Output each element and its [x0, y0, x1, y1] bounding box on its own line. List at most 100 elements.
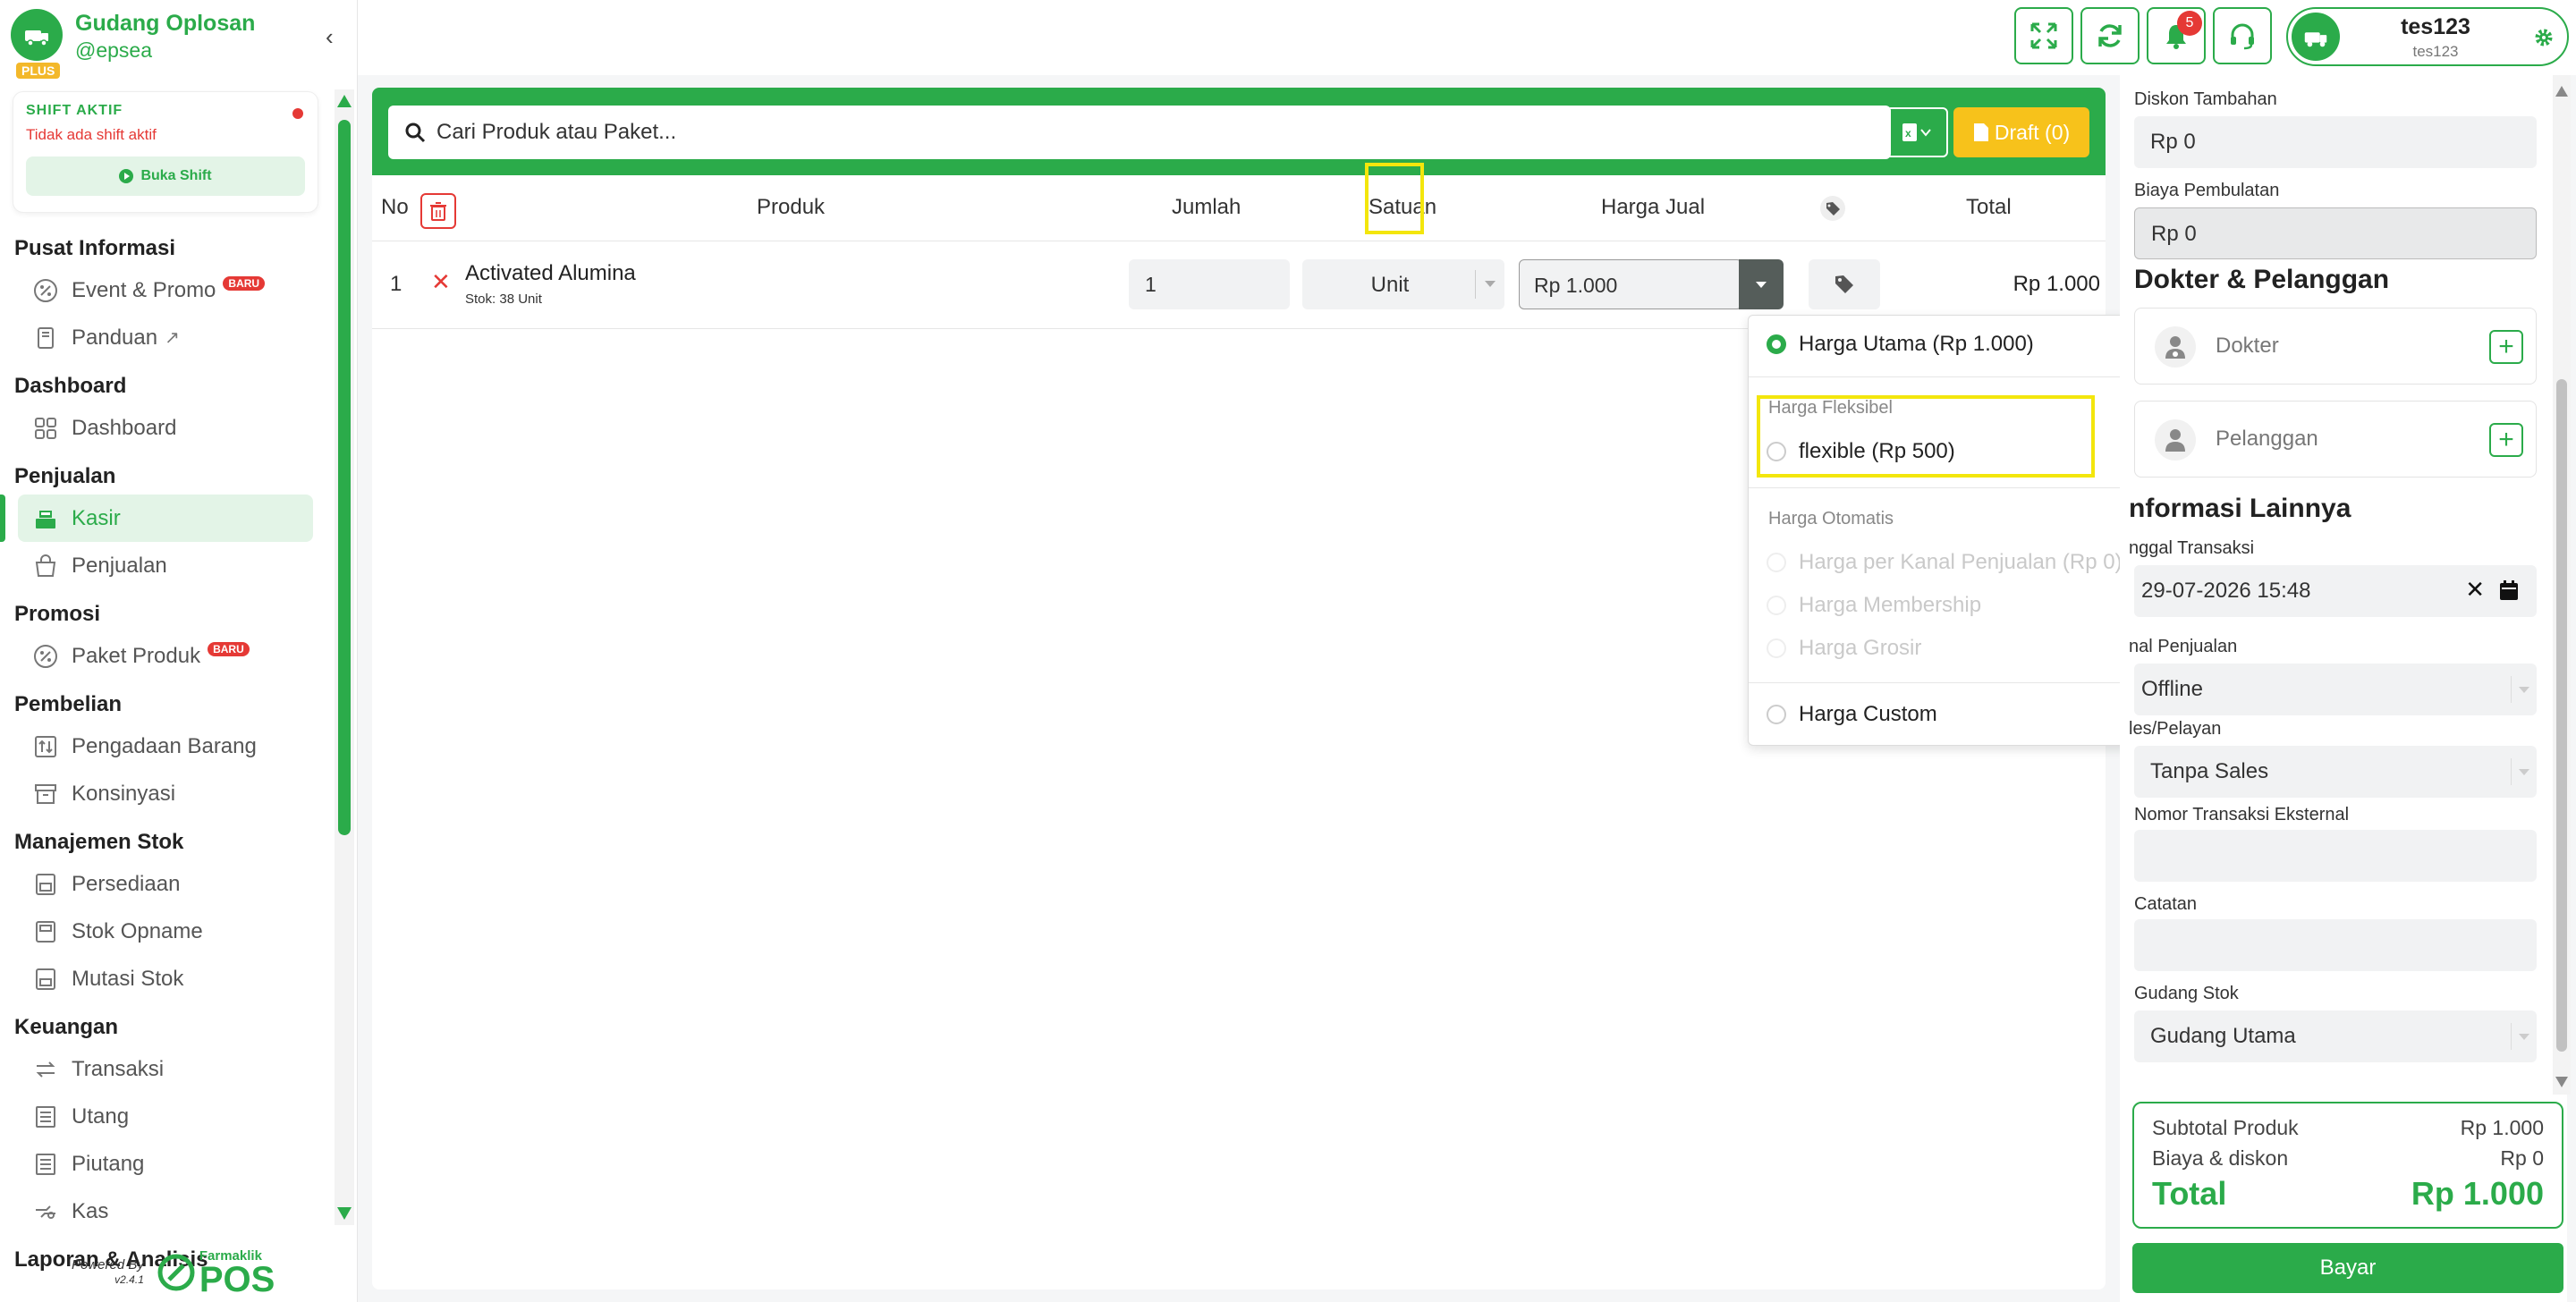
- nav-section-title: Promosi: [14, 602, 101, 626]
- remove-item-icon[interactable]: ✕: [431, 268, 451, 296]
- open-shift-button[interactable]: Buka Shift: [26, 156, 305, 196]
- powered-by: Powered By v2.4.1 Farmaklik POS: [72, 1248, 275, 1298]
- shift-status-dot: [292, 108, 303, 119]
- grid-icon: [32, 415, 59, 442]
- pay-button[interactable]: Bayar: [2132, 1243, 2563, 1293]
- stock-transfer-icon: [32, 966, 59, 993]
- price-input[interactable]: Rp 1.000: [1519, 259, 1742, 309]
- add-doctor-button[interactable]: +: [2489, 330, 2523, 364]
- price-option-custom[interactable]: Harga Custom: [1767, 702, 1937, 727]
- fees-label: Biaya & diskon: [2152, 1146, 2289, 1170]
- price-option-channel-label: Harga per Kanal Penjualan (Rp 0): [1799, 550, 2123, 574]
- cash-icon: [32, 1198, 59, 1225]
- open-shift-label: Buka Shift: [140, 168, 212, 183]
- select-separator: [2511, 1023, 2512, 1050]
- transaction-date-input[interactable]: 29-07-2026 15:48 ✕: [2134, 565, 2537, 617]
- book-icon: [32, 325, 59, 351]
- trash-icon: [430, 202, 446, 221]
- sidebar-item-konsinyasi[interactable]: Konsinyasi: [0, 770, 331, 817]
- warehouse-select[interactable]: Gudang Utama: [2134, 1010, 2537, 1062]
- sales-staff-select[interactable]: Tanpa Sales: [2134, 746, 2537, 798]
- new-badge: BARU: [208, 641, 250, 656]
- sidebar-item-kas[interactable]: Kas: [0, 1188, 331, 1235]
- draft-button[interactable]: Draft (0): [1953, 107, 2089, 157]
- sidebar-item-piutang[interactable]: Piutang: [0, 1140, 331, 1188]
- doctor-selector[interactable]: Dokter +: [2134, 308, 2537, 385]
- farmaklik-logo-icon: [157, 1254, 195, 1290]
- collapse-sidebar-icon[interactable]: ‹: [326, 23, 334, 51]
- sidebar-item-stok-opname[interactable]: Stok Opname: [0, 908, 331, 955]
- doctor-customer-heading: Dokter & Pelanggan: [2134, 265, 2390, 294]
- total-label: Total: [2152, 1175, 2227, 1212]
- fullscreen-button[interactable]: [2014, 7, 2073, 64]
- nav-section-title: Pembelian: [14, 692, 123, 716]
- unit-select[interactable]: Unit: [1302, 259, 1504, 309]
- item-discount-button[interactable]: [1809, 259, 1880, 309]
- clear-date-icon[interactable]: ✕: [2465, 576, 2485, 604]
- import-excel-button[interactable]: x: [1885, 107, 1948, 157]
- checkout-scrollbar[interactable]: [2553, 75, 2571, 1095]
- price-option-custom-label: Harga Custom: [1799, 702, 1937, 726]
- sidebar-item-pengadaan-barang[interactable]: Pengadaan Barang: [0, 723, 331, 770]
- user-name: tes123: [2401, 14, 2470, 39]
- user-menu[interactable]: tes123 tes123: [2286, 7, 2569, 66]
- scroll-thumb[interactable]: [338, 120, 351, 835]
- sidebar-item-label: Kasir: [72, 505, 121, 530]
- price-option-main[interactable]: Harga Utama (Rp 1.000): [1767, 332, 2034, 357]
- sidebar-item-dashboard[interactable]: Dashboard: [0, 404, 331, 452]
- sidebar-item-persediaan[interactable]: Persediaan: [0, 860, 331, 908]
- quantity-input[interactable]: 1: [1129, 259, 1290, 309]
- sidebar-item-event-promo[interactable]: Event & Promo BARU: [0, 266, 331, 314]
- sidebar-item-panduan[interactable]: Panduan ↗: [0, 314, 331, 361]
- sidebar-item-utang[interactable]: Utang: [0, 1093, 331, 1140]
- sales-channel-label: nal Penjualan: [2129, 637, 2238, 656]
- doctor-avatar-icon: [2155, 326, 2196, 368]
- expand-icon: [2030, 22, 2057, 49]
- sidebar-item-kasir[interactable]: Kasir: [0, 495, 313, 542]
- chevron-down-icon: [2519, 1034, 2529, 1040]
- sidebar-item-penjualan[interactable]: Penjualan: [0, 542, 331, 589]
- add-customer-button[interactable]: +: [2489, 423, 2523, 457]
- calendar-icon[interactable]: [2499, 579, 2519, 601]
- procurement-icon: [32, 733, 59, 760]
- clear-cart-button[interactable]: [420, 193, 456, 229]
- brand: PLUS Gudang Oplosan @epsea: [11, 9, 255, 79]
- price-option-wholesale: Harga Grosir: [1767, 636, 1921, 661]
- sidebar-item-mutasi-stok[interactable]: Mutasi Stok: [0, 955, 331, 1002]
- sidebar-item-label: Kas: [72, 1198, 109, 1223]
- col-price: Harga Jual: [1601, 195, 1706, 219]
- divider: [1749, 682, 2157, 683]
- scroll-down-icon[interactable]: [337, 1207, 352, 1220]
- scroll-up-icon[interactable]: [2555, 86, 2568, 97]
- notification-button[interactable]: 5: [2147, 7, 2206, 64]
- support-button[interactable]: [2213, 7, 2272, 64]
- external-link-icon: ↗: [165, 328, 180, 348]
- price-type-dropdown-button[interactable]: [1739, 259, 1784, 309]
- extra-discount-input[interactable]: Rp 0: [2134, 116, 2537, 168]
- scroll-thumb[interactable]: [2556, 379, 2567, 1052]
- customer-label: Pelanggan: [2216, 427, 2318, 451]
- col-qty: Jumlah: [1172, 195, 1241, 219]
- subtotal-row: Subtotal Produk Rp 1.000: [2152, 1116, 2544, 1140]
- sidebar-item-label: Utang: [72, 1103, 130, 1129]
- notes-input[interactable]: [2134, 919, 2537, 971]
- scroll-down-icon[interactable]: [2555, 1077, 2568, 1087]
- gear-icon[interactable]: [2533, 27, 2555, 48]
- sidebar-item-transaksi[interactable]: Transaksi: [0, 1045, 331, 1093]
- store-logo-icon: [11, 9, 63, 61]
- scroll-up-icon[interactable]: [337, 95, 352, 107]
- refresh-button[interactable]: [2080, 7, 2140, 64]
- excel-icon: x: [1902, 123, 1931, 141]
- refresh-icon: [2098, 24, 2122, 47]
- product-search-input[interactable]: Cari Produk atau Paket...: [388, 106, 1891, 159]
- sidebar-scrollbar[interactable]: [335, 89, 354, 1225]
- price-option-main-label: Harga Utama (Rp 1.000): [1799, 332, 2034, 356]
- draft-label: Draft (0): [1994, 120, 2071, 144]
- customer-selector[interactable]: Pelanggan +: [2134, 401, 2537, 478]
- external-number-input[interactable]: [2134, 830, 2537, 882]
- radio-icon: [1767, 553, 1786, 572]
- sales-channel-select[interactable]: Offline: [2134, 664, 2537, 715]
- sidebar-item-paket-produk[interactable]: Paket Produk BARU: [0, 632, 331, 680]
- plan-badge: PLUS: [16, 63, 61, 79]
- total-value: Rp 1.000: [2411, 1175, 2544, 1212]
